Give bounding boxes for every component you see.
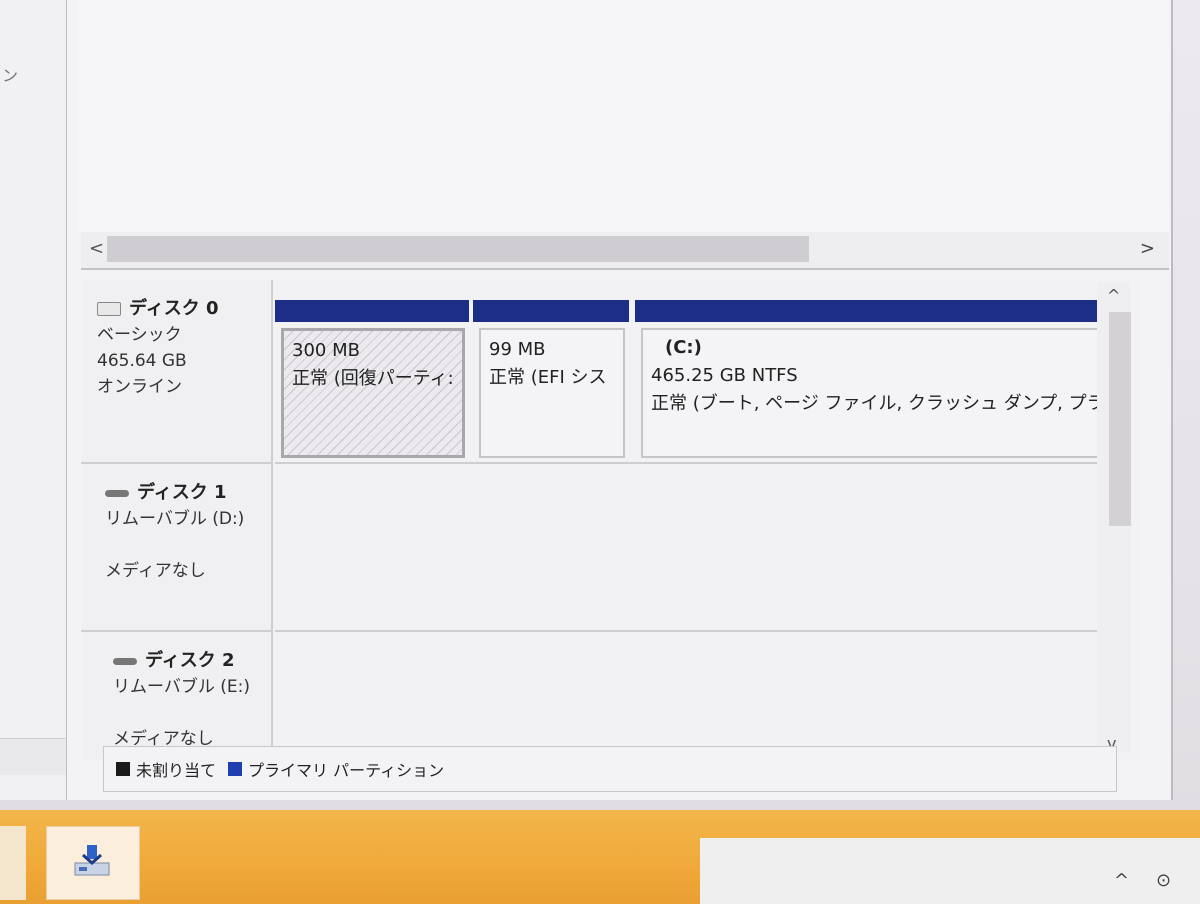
taskbar-button-disk-management[interactable] xyxy=(46,826,140,900)
disk-name: ディスク 2 xyxy=(113,648,271,674)
volume-list xyxy=(79,0,1169,232)
disk-status: オンライン xyxy=(97,377,182,397)
disk-empty-area-1 xyxy=(275,464,1111,632)
disk-row-1: ディスク 1 リムーバブル (D:) メディアなし xyxy=(81,464,1111,632)
disk-type: リムーバブル (D:) xyxy=(105,509,245,529)
partition-drive-letter: (C:) xyxy=(665,337,702,358)
disk-management-main: < > ディスク 0 ベーシック 465.64 GB オンライン 300 MB … xyxy=(66,0,1173,800)
partition-body[interactable]: 300 MB 正常 (回復パーティ: xyxy=(281,328,465,458)
taskbar-button-explorer[interactable] xyxy=(0,826,26,900)
disk-label-1[interactable]: ディスク 1 リムーバブル (D:) メディアなし xyxy=(81,464,273,632)
legend-primary: プライマリ パーティション xyxy=(248,761,445,780)
disk-row-2: ディスク 2 リムーバブル (E:) メディアなし xyxy=(81,632,1111,760)
disk-name: ディスク 0 xyxy=(97,296,271,322)
partition-status: 正常 (ブート, ページ ファイル, クラッシュ ダンプ, プラ- xyxy=(651,393,1105,414)
network-icon[interactable]: ⊙ xyxy=(1156,870,1171,891)
scroll-up-icon[interactable]: ^ xyxy=(1107,286,1120,305)
disk-type: ベーシック xyxy=(97,325,182,345)
partition-c[interactable]: (C:) 465.25 GB NTFS 正常 (ブート, ページ ファイル, ク… xyxy=(635,300,1109,458)
navigation-pane: ン xyxy=(0,0,67,800)
primary-swatch xyxy=(228,762,243,776)
disk-icon xyxy=(97,302,121,316)
partition-legend: 未割り当て プライマリ パーティション xyxy=(103,746,1117,792)
removable-disk-icon xyxy=(105,489,129,497)
disk-spacer xyxy=(105,532,271,558)
scroll-left-icon[interactable]: < xyxy=(89,238,104,259)
taskbar: ^ ⊙ xyxy=(0,810,1200,904)
partition-size: 99 MB xyxy=(489,339,546,360)
partition-status: 正常 (EFI シス xyxy=(489,367,607,388)
tree-expand-icon[interactable]: ン xyxy=(2,62,18,86)
disk-view-vertical-scrollbar[interactable]: ^ v xyxy=(1097,282,1131,753)
disk-partitions-0: 300 MB 正常 (回復パーティ: 99 MB 正常 (EFI シス (C:)… xyxy=(275,280,1111,464)
disk-management-icon xyxy=(74,845,110,876)
disk-graphical-view: ディスク 0 ベーシック 465.64 GB オンライン 300 MB 正常 (… xyxy=(81,280,1141,760)
disk-label-2[interactable]: ディスク 2 リムーバブル (E:) メディアなし xyxy=(81,632,273,760)
partition-size: 465.25 GB NTFS xyxy=(651,365,798,386)
disk-empty-area-2 xyxy=(275,632,1111,760)
partition-body[interactable]: 99 MB 正常 (EFI シス xyxy=(479,328,625,458)
partition-body[interactable]: (C:) 465.25 GB NTFS 正常 (ブート, ページ ファイル, ク… xyxy=(641,328,1105,458)
scroll-thumb[interactable] xyxy=(107,236,809,262)
disk-status: メディアなし xyxy=(105,561,206,581)
partition-header-bar xyxy=(635,300,1109,322)
partition-efi[interactable]: 99 MB 正常 (EFI シス xyxy=(473,300,629,458)
partition-header-bar xyxy=(275,300,469,322)
disk-spacer xyxy=(113,700,271,726)
partition-header-bar xyxy=(473,300,629,322)
disk-type: リムーバブル (E:) xyxy=(113,677,250,697)
legend-unallocated: 未割り当て xyxy=(136,761,217,780)
screen: ン > < > ディスク 0 ベーシック 465.64 GB オンライン xyxy=(0,0,1200,904)
chevron-up-icon[interactable]: ^ xyxy=(1114,870,1129,891)
disk-size: 465.64 GB xyxy=(97,351,187,371)
disk-label-0[interactable]: ディスク 0 ベーシック 465.64 GB オンライン xyxy=(81,280,273,464)
disk-name-text: ディスク 2 xyxy=(145,650,235,671)
volume-list-horizontal-scrollbar[interactable]: < > xyxy=(81,232,1169,270)
partition-size: 300 MB xyxy=(292,340,360,361)
unallocated-swatch xyxy=(116,762,130,776)
partition-status: 正常 (回復パーティ: xyxy=(292,368,454,389)
scroll-right-icon[interactable]: > xyxy=(1140,238,1155,259)
partition-recovery[interactable]: 300 MB 正常 (回復パーティ: xyxy=(275,300,469,458)
disk-name: ディスク 1 xyxy=(105,480,271,506)
disk-name-text: ディスク 0 xyxy=(129,298,219,319)
disk-row-0: ディスク 0 ベーシック 465.64 GB オンライン 300 MB 正常 (… xyxy=(81,280,1111,464)
scroll-thumb[interactable] xyxy=(1109,312,1131,526)
disk-name-text: ディスク 1 xyxy=(137,482,227,503)
removable-disk-icon xyxy=(113,657,137,665)
